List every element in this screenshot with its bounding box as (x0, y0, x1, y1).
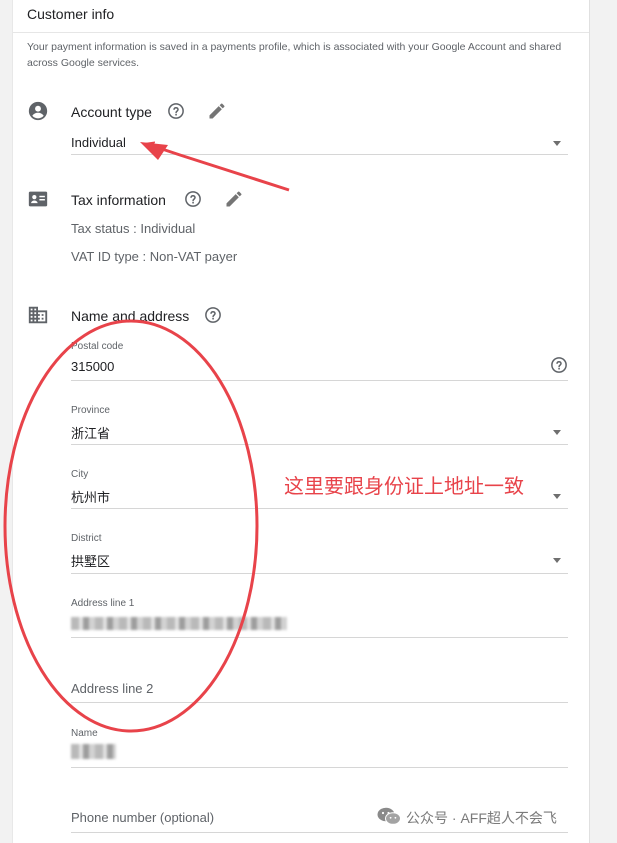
help-circle-icon[interactable] (167, 102, 185, 120)
divider (13, 32, 589, 33)
postal-code-help-icon[interactable] (550, 356, 568, 374)
address-line-1-label: Address line 1 (71, 598, 135, 609)
arrow-drop-down-icon[interactable] (553, 558, 561, 563)
tax-information-title: Tax information (71, 192, 166, 208)
arrow-drop-down-icon[interactable] (553, 141, 561, 146)
district-underline (71, 573, 568, 574)
card-title: Customer info (27, 6, 115, 22)
name-and-address-title: Name and address (71, 308, 190, 324)
vat-id-type-text: VAT ID type : Non-VAT payer (71, 249, 238, 264)
postal-code-label: Postal code (71, 341, 124, 352)
name-input[interactable] (71, 744, 116, 759)
postal-code-input[interactable]: 315000 (71, 359, 114, 374)
address-line-2-input[interactable]: Address line 2 (71, 681, 153, 696)
phone-number-underline (71, 832, 568, 833)
district-label: District (71, 533, 102, 544)
city-select[interactable]: 杭州市 (71, 487, 110, 506)
address-line-2-underline (71, 702, 568, 703)
building-icon (28, 306, 48, 324)
help-circle-icon[interactable] (204, 306, 222, 324)
city-underline (71, 508, 568, 509)
province-underline (71, 444, 568, 445)
province-label: Province (71, 405, 110, 416)
province-select[interactable]: 浙江省 (71, 423, 110, 442)
account-circle-icon (28, 101, 48, 121)
annotation-note: 这里要跟身份证上地址一致 (284, 476, 524, 498)
postal-code-underline (71, 380, 568, 381)
customer-info-card: Customer info Your payment information i… (12, 0, 590, 843)
city-label: City (71, 469, 89, 480)
tax-status-text: Tax status : Individual (71, 221, 196, 236)
tax-edit-pencil-icon[interactable] (224, 189, 244, 209)
account-type-underline (71, 154, 568, 155)
badge-icon (28, 191, 48, 207)
watermark-text: 公众号 · AFF超人不会飞 (406, 810, 557, 826)
payment-notice: Your payment information is saved in a p… (27, 41, 562, 69)
name-underline (71, 767, 568, 768)
arrow-drop-down-icon[interactable] (553, 430, 561, 435)
account-type-title: Account type (71, 104, 152, 120)
address-line-1-underline (71, 637, 568, 638)
address-line-1-input[interactable] (71, 617, 287, 630)
wechat-icon (377, 807, 401, 825)
phone-number-input[interactable]: Phone number (optional) (71, 810, 214, 825)
account-type-edit-pencil-icon[interactable] (207, 101, 227, 121)
name-label: Name (71, 728, 98, 739)
arrow-drop-down-icon[interactable] (553, 494, 561, 499)
help-circle-icon[interactable] (184, 190, 202, 208)
account-type-select[interactable]: Individual (71, 135, 126, 150)
district-select[interactable]: 拱墅区 (71, 551, 110, 570)
